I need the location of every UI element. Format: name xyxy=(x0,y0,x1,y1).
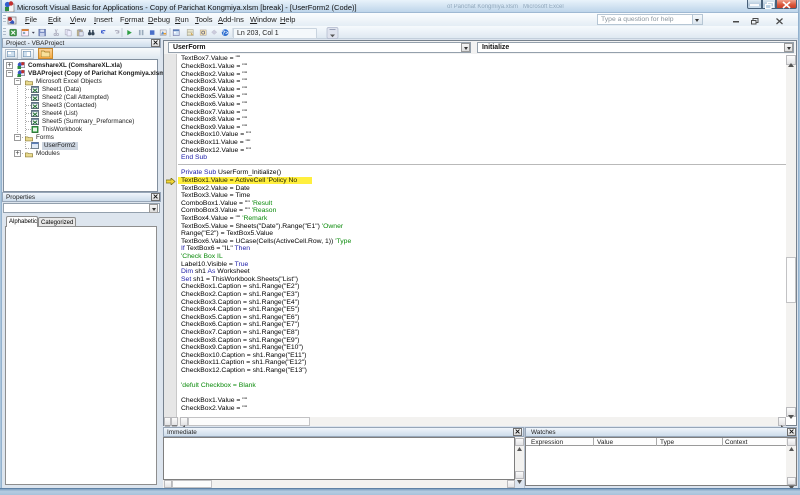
svg-text:?>: ?> xyxy=(222,30,228,36)
